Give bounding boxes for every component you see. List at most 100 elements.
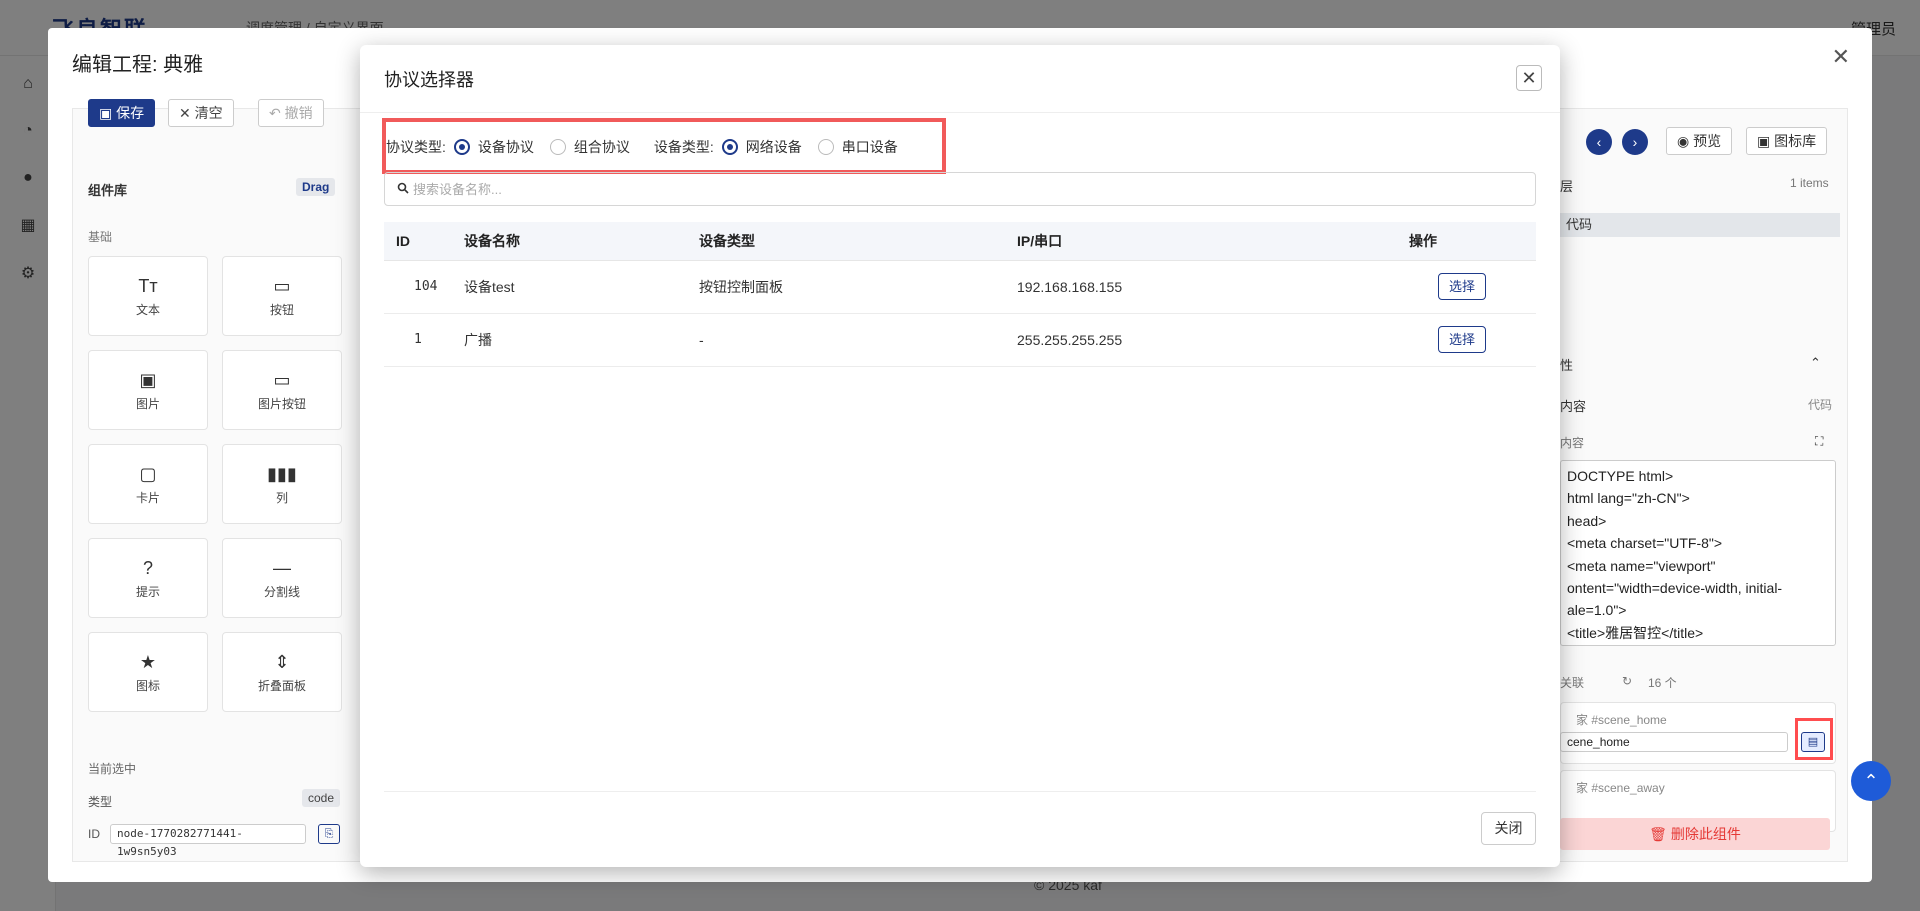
star-icon: ★ bbox=[139, 652, 157, 672]
table-row: 104 设备test 按钮控制面板 192.168.168.155 选择 bbox=[384, 260, 1536, 314]
tile-label: 卡片 bbox=[135, 491, 160, 505]
tile-label: 列 bbox=[275, 491, 288, 505]
document-icon[interactable]: ▤ bbox=[1801, 732, 1825, 752]
button-icon: ▭ bbox=[273, 276, 291, 296]
column-header-id[interactable]: ID bbox=[384, 222, 464, 261]
radio-label: 网络设备 bbox=[745, 139, 802, 155]
cell-type: - bbox=[699, 313, 1017, 367]
icon-library-button[interactable]: ▣ 图标库 bbox=[1746, 127, 1828, 155]
undo-button[interactable]: ↶ 撤销 bbox=[258, 99, 324, 127]
tile-label: 提示 bbox=[135, 585, 160, 599]
node-id-field[interactable]: node-1770282771441-1w9sn5y03 bbox=[110, 824, 306, 858]
tile-label: 图标 bbox=[135, 679, 160, 693]
code-line: ontent="width=device-width, initial- bbox=[1567, 580, 1783, 597]
image-button-icon: ▭ bbox=[273, 370, 291, 390]
component-group-label: 基础 bbox=[88, 230, 113, 244]
select-button[interactable]: 选择 bbox=[1438, 326, 1486, 353]
editor-title: 编辑工程: 典雅 bbox=[72, 54, 204, 76]
icon-library-label: 图标库 bbox=[1774, 133, 1817, 149]
refresh-icon[interactable]: ↻ bbox=[1622, 674, 1632, 688]
component-tile-collapse[interactable]: ⇕ 折叠面板 bbox=[222, 632, 342, 712]
copy-icon[interactable]: ⎘ bbox=[318, 824, 340, 844]
column-header-action: 操作 bbox=[1409, 222, 1536, 261]
cell-action: 选择 bbox=[1409, 313, 1536, 367]
tile-label: 按钮 bbox=[269, 303, 294, 317]
image-icon: ▣ bbox=[139, 370, 157, 390]
layer-item-code[interactable]: 代码 bbox=[1560, 213, 1840, 237]
save-icon: ▣ bbox=[99, 105, 117, 121]
code-line: <meta name="viewport" bbox=[1567, 557, 1716, 574]
content-title: 内容 bbox=[1560, 399, 1587, 414]
link-count: 16 个 bbox=[1648, 676, 1677, 690]
component-tile-button[interactable]: ▭ 按钮 bbox=[222, 256, 342, 336]
content-mode[interactable]: 代码 bbox=[1808, 396, 1832, 413]
close-icon: ✕ bbox=[179, 105, 195, 121]
collapse-icon[interactable]: ⌃ bbox=[1810, 355, 1821, 371]
cell-ip: 192.168.168.155 bbox=[1017, 260, 1409, 314]
type-badge: code bbox=[302, 789, 341, 807]
prev-arrow-icon[interactable]: ‹ bbox=[1586, 129, 1612, 155]
card-icon: ▢ bbox=[139, 464, 157, 484]
dialog-title: 协议选择器 bbox=[384, 70, 474, 90]
fullscreen-icon[interactable]: ⛶ bbox=[1815, 434, 1823, 449]
delete-label: 删除此组件 bbox=[1670, 826, 1741, 842]
column-header-ip[interactable]: IP/串口 bbox=[1017, 222, 1409, 261]
cell-id: 1 bbox=[384, 313, 464, 367]
undo-icon: ↶ bbox=[269, 105, 285, 121]
dialog-header: 协议选择器 ✕ bbox=[360, 45, 1560, 113]
component-tile-tooltip[interactable]: ? 提示 bbox=[88, 538, 208, 618]
column-header-type[interactable]: 设备类型 bbox=[699, 222, 1017, 261]
table-header-row: ID 设备名称 设备类型 IP/串口 操作 bbox=[384, 222, 1536, 261]
component-tile-divider[interactable]: — 分割线 bbox=[222, 538, 342, 618]
text-icon: Tт bbox=[138, 276, 158, 296]
component-library-title: 组件库 bbox=[88, 183, 128, 198]
code-line: html lang="zh-CN"> bbox=[1567, 490, 1690, 507]
close-icon[interactable]: ✕ bbox=[1516, 65, 1542, 91]
radio-label: 串口设备 bbox=[841, 139, 898, 155]
divider-icon: — bbox=[273, 558, 291, 578]
component-tile-columns[interactable]: ▮▮▮ 列 bbox=[222, 444, 342, 524]
editor-close-icon[interactable]: ✕ bbox=[1832, 44, 1850, 70]
search-input[interactable] bbox=[413, 179, 1523, 199]
next-arrow-icon[interactable]: › bbox=[1622, 129, 1648, 155]
radio-combo-protocol[interactable]: 组合协议 bbox=[549, 137, 630, 157]
select-button[interactable]: 选择 bbox=[1438, 273, 1486, 300]
component-tile-card[interactable]: ▢ 卡片 bbox=[88, 444, 208, 524]
cell-id: 104 bbox=[384, 260, 464, 314]
component-tile-text[interactable]: Tт 文本 bbox=[88, 256, 208, 336]
cell-ip: 255.255.255.255 bbox=[1017, 313, 1409, 367]
scroll-top-icon[interactable]: ⌃ bbox=[1851, 761, 1891, 801]
code-line: ale=1.0"> bbox=[1567, 602, 1627, 619]
preview-button[interactable]: ◉ 预览 bbox=[1666, 127, 1733, 155]
component-tile-image-button[interactable]: ▭ 图片按钮 bbox=[222, 350, 342, 430]
cell-name: 设备test bbox=[464, 260, 699, 314]
scene-hint: 家 #scene_away bbox=[1576, 781, 1665, 795]
code-line: <title>雅居智控</title> bbox=[1567, 624, 1704, 641]
layers-title: 层 bbox=[1560, 179, 1574, 194]
cell-type: 按钮控制面板 bbox=[699, 260, 1017, 314]
code-editor[interactable]: DOCTYPE html> html lang="zh-CN"> head> <met… bbox=[1560, 460, 1836, 646]
delete-component-button[interactable]: 🗑 删除此组件 bbox=[1560, 818, 1830, 850]
link-label: 关联 bbox=[1560, 676, 1585, 690]
clear-button[interactable]: ✕ 清空 bbox=[168, 99, 234, 127]
radio-serial-device[interactable]: 串口设备 bbox=[817, 137, 898, 157]
current-selection-title: 当前选中 bbox=[88, 762, 137, 776]
scene-input-home[interactable]: cene_home bbox=[1560, 732, 1788, 752]
image-icon: ▣ bbox=[1757, 133, 1775, 149]
drag-badge: Drag bbox=[296, 178, 336, 196]
footer-divider bbox=[384, 791, 1536, 792]
trash-icon: 🗑 bbox=[1649, 826, 1671, 842]
save-button[interactable]: ▣ 保存 bbox=[88, 99, 156, 127]
undo-label: 撤销 bbox=[284, 105, 313, 121]
tile-label: 文本 bbox=[135, 303, 160, 317]
close-button[interactable]: 关闭 bbox=[1481, 812, 1536, 845]
column-header-name[interactable]: 设备名称 bbox=[464, 222, 699, 261]
component-tile-icon[interactable]: ★ 图标 bbox=[88, 632, 208, 712]
radio-unchecked-icon bbox=[549, 139, 566, 155]
code-line: head> bbox=[1567, 512, 1607, 529]
radio-device-protocol[interactable]: 设备协议 bbox=[453, 137, 534, 157]
radio-network-device[interactable]: 网络设备 bbox=[721, 137, 802, 157]
protocol-type-label: 协议类型: bbox=[386, 139, 446, 155]
tile-label: 图片 bbox=[135, 397, 160, 411]
component-tile-image[interactable]: ▣ 图片 bbox=[88, 350, 208, 430]
